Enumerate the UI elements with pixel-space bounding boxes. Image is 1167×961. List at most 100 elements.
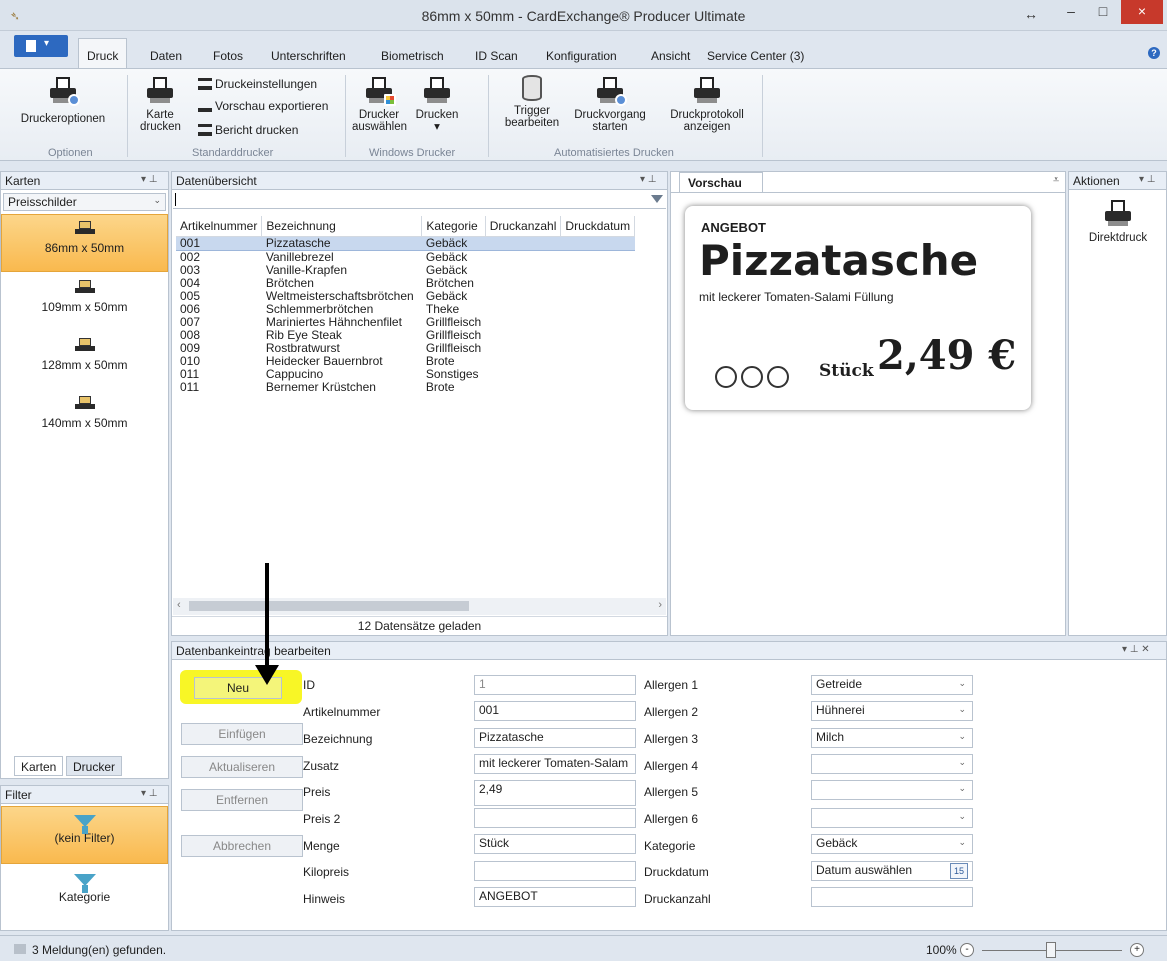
column-header[interactable]: Artikelnummer bbox=[176, 216, 263, 237]
allergen1-select[interactable]: Getreide ⌄ bbox=[811, 675, 973, 695]
table-row[interactable]: 010 Heidecker Bauernbrot Brote bbox=[176, 354, 635, 368]
allergen4-select[interactable]: ⌄ bbox=[811, 754, 973, 774]
table-row[interactable]: 009 Rostbratwurst Grillfleisch bbox=[176, 341, 635, 355]
tab-vorschau[interactable]: Vorschau bbox=[679, 172, 763, 192]
search-input[interactable] bbox=[173, 191, 666, 209]
column-header[interactable]: Bezeichnung bbox=[261, 216, 423, 237]
pin-icon[interactable]: ▾ ⊥ ✕ bbox=[1122, 644, 1150, 655]
tab-daten[interactable]: Daten bbox=[150, 49, 182, 63]
table-row[interactable]: 008 Rib Eye Steak Grillfleisch bbox=[176, 328, 635, 342]
tab-druck[interactable]: Druck bbox=[78, 38, 128, 69]
trigger-bearbeiten-button[interactable]: Trigger bearbeiten bbox=[496, 75, 568, 129]
id-field[interactable]: 1 bbox=[474, 675, 636, 695]
tab-service-center[interactable]: Service Center (3) bbox=[707, 49, 804, 63]
column-header[interactable]: Druckanzahl bbox=[485, 216, 562, 237]
aktualisieren-button[interactable]: Aktualiseren bbox=[181, 756, 303, 778]
karte-drucken-button[interactable]: Karte drucken bbox=[140, 75, 181, 133]
allergen3-select[interactable]: Milch ⌄ bbox=[811, 728, 973, 748]
pin-icon[interactable]: ▾ ⊥ bbox=[1139, 174, 1156, 185]
preis-field[interactable]: 2,49 bbox=[474, 780, 636, 806]
messages-status[interactable]: 3 Meldung(en) gefunden. bbox=[32, 943, 166, 957]
zoom-slider-thumb[interactable] bbox=[1046, 942, 1056, 958]
filter-icon[interactable] bbox=[651, 195, 663, 203]
pin-icon[interactable]: ▾ ⊥ bbox=[640, 174, 657, 185]
filter-panel: Filter ▾ ⊥ (kein Filter) Kategorie bbox=[0, 785, 169, 931]
drucker-auswaehlen-button[interactable]: Drucker auswählen bbox=[352, 75, 407, 133]
entfernen-button[interactable]: Entfernen bbox=[181, 789, 303, 811]
close-button[interactable]: × bbox=[1121, 0, 1163, 24]
direktdruck-button[interactable]: Direktdruck bbox=[1073, 198, 1163, 244]
calendar-icon[interactable]: 15 bbox=[950, 863, 968, 879]
card-list-item[interactable]: 86mm x 50mm bbox=[1, 214, 168, 272]
pin-icon[interactable]: ▾ ⊥ bbox=[141, 174, 158, 185]
column-header[interactable]: Druckdatum bbox=[560, 216, 636, 237]
vorschau-exportieren-button[interactable]: Vorschau exportieren bbox=[198, 99, 328, 113]
table-cell: 001 bbox=[176, 235, 262, 251]
printer-settings-icon bbox=[48, 75, 80, 106]
allergen2-select[interactable]: Hühnerei ⌄ bbox=[811, 701, 973, 721]
column-header[interactable]: Kategorie bbox=[421, 216, 486, 237]
table-row[interactable]: 001 Pizzatasche Gebäck bbox=[176, 235, 635, 251]
card-list-item[interactable]: 140mm x 50mm bbox=[1, 390, 168, 448]
tab-fotos[interactable]: Fotos bbox=[213, 49, 243, 63]
tab-unterschriften[interactable]: Unterschriften bbox=[271, 49, 346, 63]
table-row[interactable]: 011 Cappucino Sonstiges bbox=[176, 367, 635, 381]
file-menu-button[interactable]: ▾ bbox=[14, 35, 68, 57]
artikelnummer-field[interactable]: 001 bbox=[474, 701, 636, 721]
maximize-button[interactable]: □ bbox=[1088, 0, 1118, 24]
zoom-in-button[interactable]: + bbox=[1130, 943, 1144, 957]
messages-icon[interactable] bbox=[14, 944, 26, 954]
zoom-out-button[interactable]: - bbox=[960, 943, 974, 957]
druckdatum-picker[interactable]: Datum auswählen 15 bbox=[811, 861, 973, 881]
table-row[interactable]: 007 Mariniertes Hähnchenfilet Grillfleisch bbox=[176, 315, 635, 329]
aktionen-panel: Aktionen ▾ ⊥ Direktdruck bbox=[1068, 171, 1167, 636]
drucken-button[interactable]: Drucken ▾ bbox=[412, 75, 462, 133]
filter-item-none[interactable]: (kein Filter) bbox=[1, 806, 168, 864]
kilopreis-field[interactable] bbox=[474, 861, 636, 881]
scroll-left-icon[interactable]: ‹ bbox=[177, 599, 181, 611]
card-list-item[interactable]: 109mm x 50mm bbox=[1, 274, 168, 332]
horizontal-scrollbar[interactable]: ‹ › bbox=[173, 598, 666, 615]
druckanzahl-field[interactable] bbox=[811, 887, 973, 907]
table-row[interactable]: 006 Schlemmerbrötchen Theke bbox=[176, 302, 635, 316]
kategorie-select[interactable]: Gebäck ⌄ bbox=[811, 834, 973, 854]
druckprotokoll-anzeigen-button[interactable]: Druckprotokoll anzeigen bbox=[657, 75, 757, 133]
druckvorgang-starten-button[interactable]: Druckvorgang starten bbox=[567, 75, 653, 133]
pin-icon[interactable]: ▾ ⊥ bbox=[141, 788, 158, 799]
field-label: Hinweis bbox=[303, 892, 346, 906]
card-list-item[interactable]: 128mm x 50mm bbox=[1, 332, 168, 390]
scrollbar-thumb[interactable] bbox=[189, 601, 469, 611]
tab-karten[interactable]: Karten bbox=[14, 756, 64, 776]
table-row[interactable]: 011 Bernemer Krüstchen Brote bbox=[176, 380, 635, 394]
table-row[interactable]: 005 Weltmeisterschaftsbrötchen Gebäck bbox=[176, 289, 635, 303]
tab-biometrisch[interactable]: Biometrisch bbox=[381, 49, 444, 63]
table-row[interactable]: 003 Vanille-Krapfen Gebäck bbox=[176, 263, 635, 277]
menge-field[interactable]: Stück bbox=[474, 834, 636, 854]
preis2-field[interactable] bbox=[474, 808, 636, 828]
card-group-select[interactable]: Preisschilder ⌄ bbox=[3, 193, 166, 211]
table-row[interactable]: 002 Vanillebrezel Gebäck bbox=[176, 250, 635, 264]
table-cell bbox=[561, 264, 635, 277]
druckeinstellungen-button[interactable]: Druckeinstellungen bbox=[198, 77, 317, 91]
scroll-right-icon[interactable]: › bbox=[658, 599, 662, 611]
einfuegen-button[interactable]: Einfügen bbox=[181, 723, 303, 745]
tab-id-scan[interactable]: ID Scan bbox=[475, 49, 518, 63]
tab-ansicht[interactable]: Ansicht bbox=[651, 49, 690, 63]
tab-drucker[interactable]: Drucker bbox=[66, 756, 123, 776]
bezeichnung-field[interactable]: Pizzatasche bbox=[474, 728, 636, 748]
table-row[interactable]: 004 Brötchen Brötchen bbox=[176, 276, 635, 290]
panel-menu-icon[interactable]: ⩡ bbox=[1053, 174, 1059, 187]
tab-konfiguration[interactable]: Konfiguration bbox=[546, 49, 617, 63]
filter-funnel-icon bbox=[73, 815, 96, 834]
help-icon[interactable]: ? bbox=[1148, 47, 1160, 59]
druckeroptionen-button[interactable]: Druckeroptionen bbox=[8, 75, 118, 125]
allergen6-select[interactable]: ⌄ bbox=[811, 808, 973, 828]
resize-icon[interactable]: ↔ bbox=[1024, 6, 1038, 22]
hinweis-field[interactable]: ANGEBOT bbox=[474, 887, 636, 907]
filter-item-kategorie[interactable]: Kategorie bbox=[1, 866, 168, 924]
abbrechen-button[interactable]: Abbrechen bbox=[181, 835, 303, 857]
zusatz-field[interactable]: mit leckerer Tomaten-Salam bbox=[474, 754, 636, 774]
minimize-button[interactable]: – bbox=[1056, 0, 1086, 24]
bericht-drucken-button[interactable]: Bericht drucken bbox=[198, 123, 298, 137]
allergen5-select[interactable]: ⌄ bbox=[811, 780, 973, 800]
